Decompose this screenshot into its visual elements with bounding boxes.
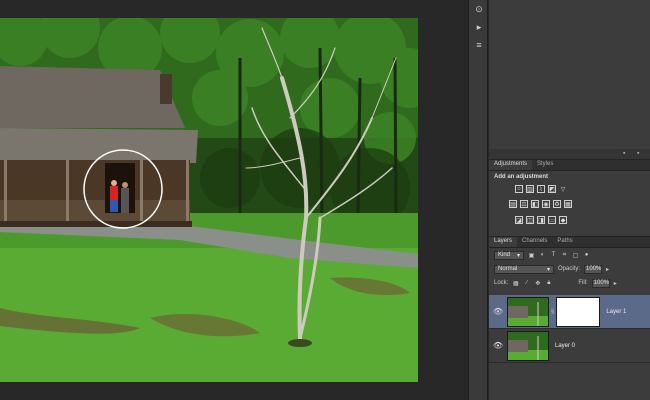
shape-filter-icon[interactable]: ⌗ <box>561 252 568 259</box>
thumbnail-image <box>508 297 548 326</box>
lock-position-icon[interactable]: ✥ <box>534 280 541 287</box>
adjustments-panel: Add an adjustment ☼ ▥ ⌇ ◩ ▽ ▤ ⚖ ◧ ◉ ♻ ▦ … <box>489 171 650 237</box>
chevron-down-icon: ▾ <box>546 266 550 273</box>
layer-name[interactable]: Layer 1 <box>606 309 626 315</box>
channel-mixer-icon[interactable]: ♻ <box>553 200 561 208</box>
adjustment-row-1: ☼ ▥ ⌇ ◩ ▽ <box>515 185 567 193</box>
smart-object-filter-icon[interactable]: ▢ <box>572 252 579 259</box>
gradient-map-icon[interactable]: ▭ <box>548 216 556 224</box>
top-panel-empty: ▪ ▪ <box>489 0 650 160</box>
top-panel-footer: ▪ ▪ <box>489 149 650 159</box>
new-icon[interactable]: ▪ <box>623 150 625 157</box>
adjustment-row-3: ◪ ◫ ◨ ▭ ◆ <box>515 216 567 224</box>
opacity-input[interactable]: 100% <box>584 264 603 274</box>
opacity-dropdown-icon[interactable]: ▸ <box>606 266 609 273</box>
threshold-icon[interactable]: ◨ <box>537 216 545 224</box>
layer-thumbnail <box>507 296 549 327</box>
photoshop-window: ⊙ ▸ ≡ ▪ ▪ Adjustments Styles Add an adju… <box>0 0 650 400</box>
levels-icon[interactable]: ▥ <box>526 185 534 193</box>
exposure-icon[interactable]: ◩ <box>548 185 556 193</box>
tab-layers[interactable]: Layers <box>489 237 518 247</box>
layer-thumbnail <box>507 330 549 361</box>
actions-icon[interactable]: ▸ <box>469 18 489 36</box>
brightness-contrast-icon[interactable]: ☼ <box>515 185 523 193</box>
black-white-icon[interactable]: ◧ <box>531 200 539 208</box>
lock-all-icon[interactable]: 🔒︎ <box>545 280 552 287</box>
layers-tabs: Layers Channels Paths <box>489 237 650 248</box>
kind-filter-select[interactable]: Kind ▾ <box>494 250 524 260</box>
photo-filter-icon[interactable]: ◉ <box>542 200 550 208</box>
tab-styles[interactable]: Styles <box>532 160 558 170</box>
lock-transparent-icon[interactable]: ▦ <box>512 280 519 287</box>
layer-name[interactable]: Layer 0 <box>555 343 575 349</box>
panel-icon-strip: ⊙ ▸ ≡ <box>468 0 488 400</box>
blend-row: Normal ▾ Opacity: 100% ▸ <box>489 262 650 276</box>
lock-row: Lock: ▦ ∕ ✥ 🔒︎ Fill: 100% ▸ <box>489 276 650 290</box>
fill-value: 100% <box>593 280 610 286</box>
chain-link-icon[interactable]: § <box>551 309 554 315</box>
curves-icon[interactable]: ⌇ <box>537 185 545 193</box>
opacity-value: 100% <box>586 266 602 272</box>
color-lookup-icon[interactable]: ▦ <box>564 200 572 208</box>
opacity-label: Opacity: <box>558 266 581 272</box>
eye-icon[interactable]: 👁︎ <box>489 341 507 350</box>
selective-color-icon[interactable]: ◆ <box>559 216 567 224</box>
trash-icon[interactable]: ▪ <box>637 150 639 157</box>
layer-row-layer-1[interactable]: 👁︎ § Layer 1 <box>489 295 650 329</box>
chevron-down-icon: ▾ <box>516 252 520 259</box>
posterize-icon[interactable]: ◫ <box>526 216 534 224</box>
layers-panel: Kind ▾ ▣ ◐ T ⌗ ▢ ● Normal ▾ Opacity: 100% … <box>489 248 650 400</box>
adjustment-filter-icon[interactable]: ◐ <box>539 252 546 259</box>
right-panel-dock: ▪ ▪ Adjustments Styles Add an adjustment… <box>489 0 650 400</box>
tab-adjustments[interactable]: Adjustments <box>489 160 533 170</box>
lock-pixels-icon[interactable]: ∕ <box>523 280 530 287</box>
photo-cabin-in-forest <box>0 18 418 382</box>
invert-icon[interactable]: ◪ <box>515 216 523 224</box>
lock-label: Lock: <box>494 280 509 286</box>
tab-paths[interactable]: Paths <box>552 237 577 247</box>
layer-row-layer-0[interactable]: 👁︎ Layer 0 <box>489 329 650 363</box>
hue-saturation-icon[interactable]: ▤ <box>509 200 517 208</box>
eye-icon[interactable]: 👁︎ <box>489 307 507 316</box>
document-canvas[interactable] <box>0 18 418 382</box>
pixel-filter-icon[interactable]: ▣ <box>528 252 535 259</box>
adjustments-tabs: Adjustments Styles <box>489 160 650 171</box>
fill-dropdown-icon[interactable]: ▸ <box>614 280 617 287</box>
blend-mode-select[interactable]: Normal ▾ <box>494 264 554 274</box>
color-balance-icon[interactable]: ⚖ <box>520 200 528 208</box>
adjustment-row-2: ▤ ⚖ ◧ ◉ ♻ ▦ <box>509 200 572 208</box>
type-filter-icon[interactable]: T <box>550 252 557 259</box>
history-icon[interactable]: ⊙ <box>469 0 489 18</box>
layer-mask-thumbnail[interactable] <box>556 296 601 327</box>
layer-filter-row: Kind ▾ ▣ ◐ T ⌗ ▢ ● <box>489 248 650 262</box>
kind-filter-label: Kind <box>498 252 511 258</box>
vibrance-icon[interactable]: ▽ <box>559 185 567 193</box>
fill-input[interactable]: 100% <box>591 278 610 288</box>
properties-icon[interactable]: ≡ <box>469 36 489 54</box>
adjustments-title: Add an adjustment <box>494 174 549 180</box>
thumbnail-image <box>508 331 548 360</box>
blend-mode-value: Normal <box>498 266 518 272</box>
filter-toggle-icon[interactable]: ● <box>583 252 590 259</box>
tab-channels[interactable]: Channels <box>517 237 552 247</box>
fill-label: Fill: <box>578 280 588 286</box>
